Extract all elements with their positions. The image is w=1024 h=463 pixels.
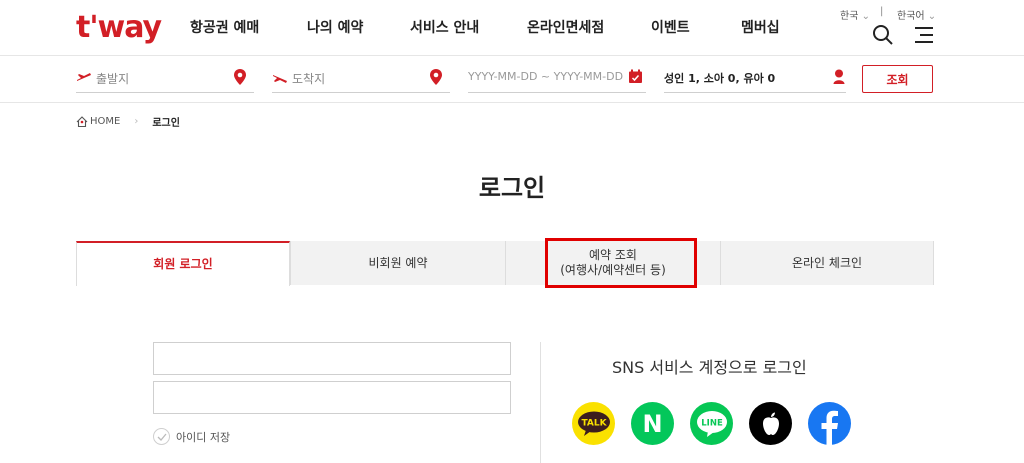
kakao-talk-icon: TALK (577, 411, 610, 436)
lang-separator: | (880, 6, 884, 17)
location-pin-icon (234, 69, 246, 85)
language-label: 한국어 (897, 11, 925, 22)
facebook-icon (821, 410, 838, 445)
departure-plane-icon (77, 73, 91, 81)
tab-member-login[interactable]: 회원 로그인 (76, 241, 290, 286)
nav-item-my-reservation[interactable]: 나의 예약 (307, 17, 363, 37)
naver-login-button[interactable]: N (631, 402, 674, 445)
breadcrumb-current: 로그인 (152, 118, 180, 129)
save-id-checkbox[interactable]: 아이디 저장 (153, 428, 230, 445)
login-tabs: 회원 로그인 비회원 예약 예약 조회 (여행사/예약센터 등) 온라인 체크인 (76, 241, 934, 286)
line-icon: LINE (696, 410, 727, 437)
nav-item-dutyfree[interactable]: 온라인면세점 (527, 17, 604, 37)
chevron-down-icon: ⌄ (927, 11, 937, 22)
nav-item-booking[interactable]: 항공권 예매 (190, 17, 259, 37)
line-text: LINE (701, 418, 723, 428)
country-select[interactable]: 한국 ⌄ (840, 7, 870, 22)
user-id-input[interactable] (153, 342, 511, 375)
home-icon (76, 116, 88, 127)
form-divider (540, 342, 541, 463)
origin-field[interactable]: 출발지 (76, 65, 254, 93)
destination-field[interactable]: 도착지 (272, 65, 450, 93)
passenger-field[interactable]: 성인 1, 소아 0, 유아 0 (664, 65, 846, 93)
location-pin-icon (430, 69, 442, 85)
nav-item-membership[interactable]: 멤버십 (741, 17, 780, 37)
nav-item-events[interactable]: 이벤트 (651, 17, 690, 37)
naver-icon: N (642, 409, 663, 438)
tab-online-checkin[interactable]: 온라인 체크인 (720, 241, 934, 285)
tab-non-member-booking[interactable]: 비회원 예약 (290, 241, 505, 285)
flight-search-button[interactable]: 조회 (862, 65, 933, 93)
highlight-box (545, 238, 697, 288)
country-label: 한국 (840, 11, 859, 22)
date-range-placeholder: YYYY-MM-DD ~ YYYY-MM-DD (468, 70, 624, 83)
destination-placeholder: 도착지 (292, 72, 326, 86)
origin-placeholder: 출발지 (96, 72, 130, 86)
calendar-icon (629, 69, 642, 83)
page-title: 로그인 (478, 174, 546, 202)
sns-login-title: SNS 서비스 계정으로 로그인 (612, 358, 807, 377)
chevron-down-icon: ⌄ (861, 11, 870, 22)
apple-login-button[interactable] (749, 402, 792, 445)
arrival-plane-icon (273, 75, 287, 83)
logo[interactable]: t'way (76, 10, 162, 45)
breadcrumb: HOME › 로그인 (76, 114, 180, 129)
menu-icon[interactable] (913, 24, 935, 46)
nav-item-services[interactable]: 서비스 안내 (410, 17, 479, 37)
apple-icon (762, 412, 779, 435)
person-icon (833, 69, 845, 84)
facebook-login-button[interactable] (808, 402, 851, 445)
search-icon[interactable] (872, 24, 894, 46)
booking-search-bar: 출발지 도착지 YYYY-MM-DD ~ YYYY-MM-DD 성인 1, 소아… (0, 57, 1024, 103)
passenger-summary: 성인 1, 소아 0, 유아 0 (664, 72, 776, 85)
checkmark-icon (153, 428, 170, 445)
language-select[interactable]: 한국어 ⌄ (897, 7, 936, 22)
line-login-button[interactable]: LINE (690, 402, 733, 445)
breadcrumb-home-label: HOME (90, 116, 121, 127)
header: t'way 항공권 예매 나의 예약 서비스 안내 온라인면세점 이벤트 멤버십… (0, 0, 1024, 56)
breadcrumb-home[interactable]: HOME (76, 116, 120, 127)
save-id-label: 아이디 저장 (176, 430, 231, 444)
password-input[interactable] (153, 381, 511, 414)
kakao-login-button[interactable]: TALK (572, 402, 615, 445)
chevron-right-icon: › (134, 116, 139, 127)
date-range-field[interactable]: YYYY-MM-DD ~ YYYY-MM-DD (468, 65, 646, 93)
kakao-talk-text: TALK (581, 418, 607, 428)
